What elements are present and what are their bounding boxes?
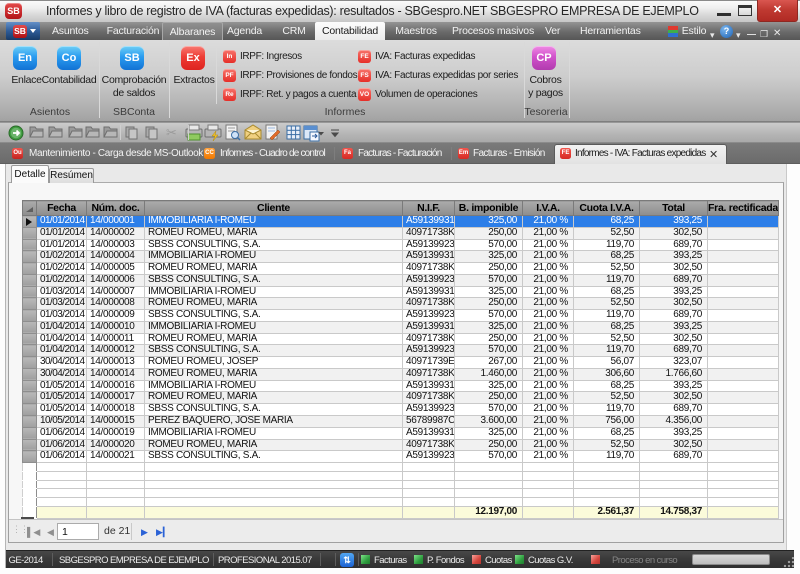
svg-text:✂: ✂: [166, 125, 177, 140]
